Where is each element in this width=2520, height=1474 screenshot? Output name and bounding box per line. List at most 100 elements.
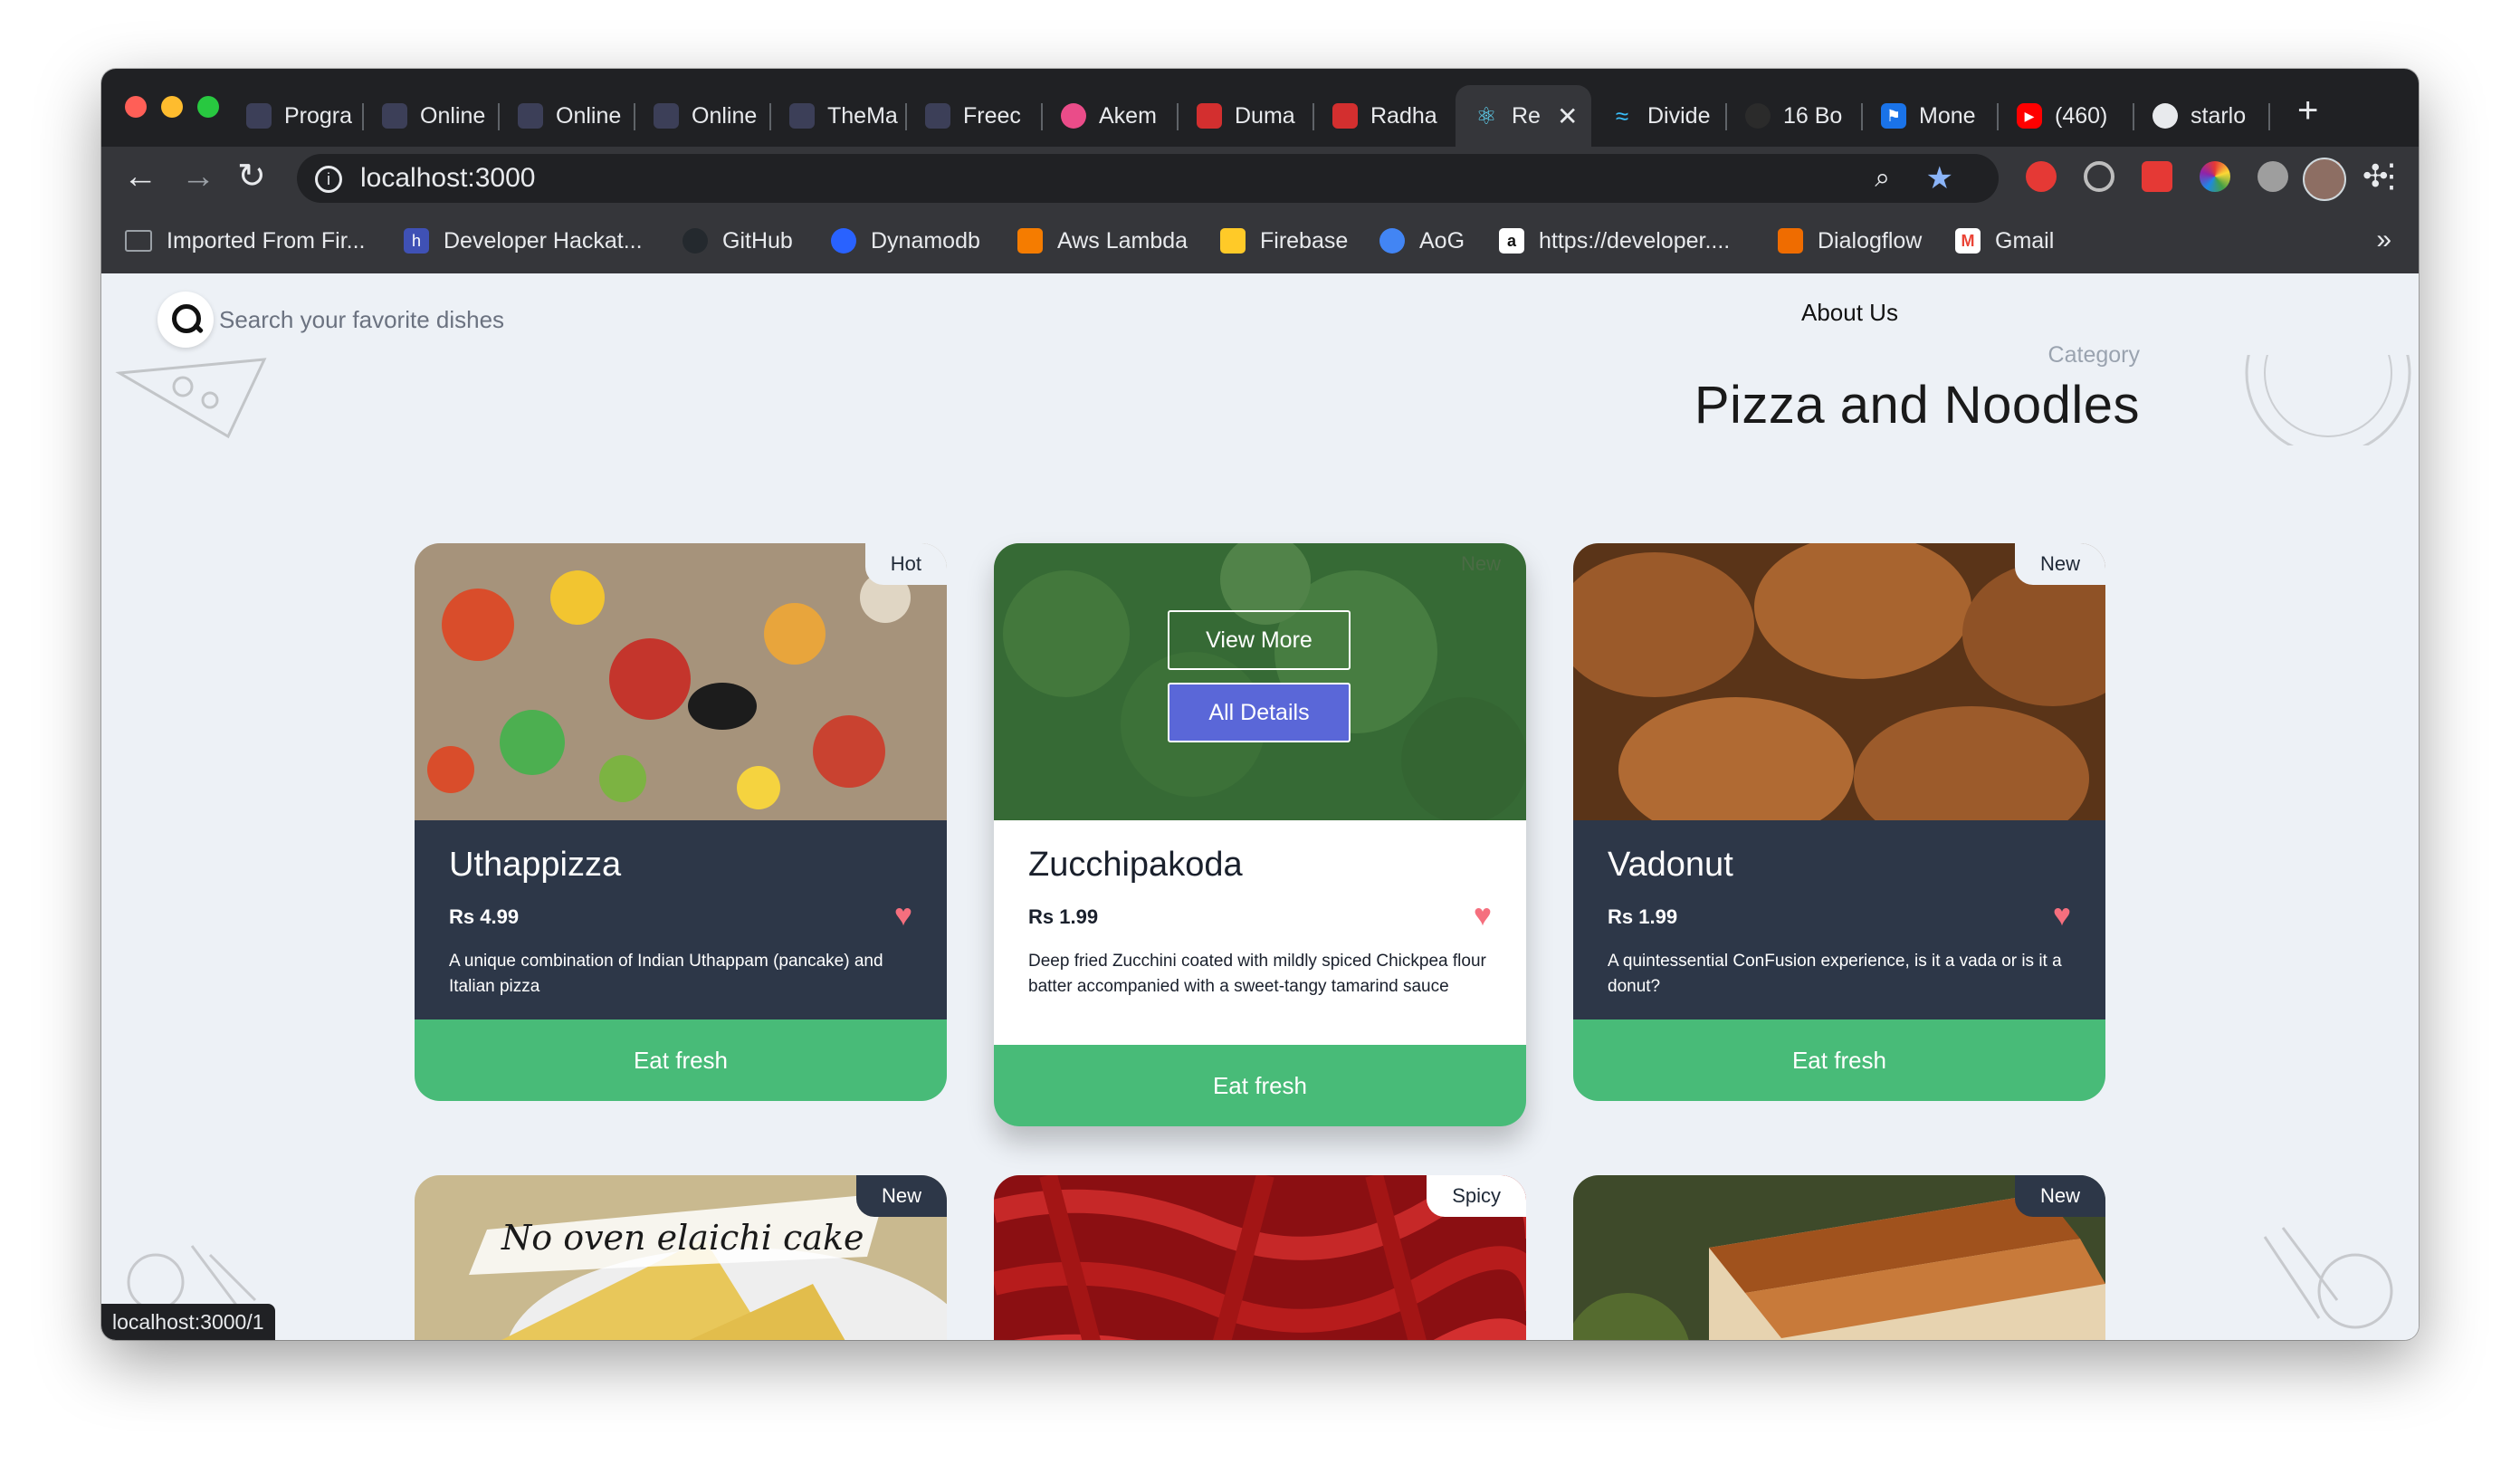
dish-description: A quintessential ConFusion experience, i…: [1608, 952, 2062, 996]
tab-14[interactable]: starlo: [2134, 85, 2270, 147]
extension-red-icon[interactable]: [2026, 161, 2057, 192]
extension-gear-icon[interactable]: [2258, 161, 2288, 192]
more-menu-icon[interactable]: ⋮: [2375, 156, 2408, 196]
dark-circle-icon: [1745, 103, 1771, 129]
extension-bug-icon[interactable]: [2142, 161, 2172, 192]
tab-label: Radha: [1370, 102, 1437, 129]
firebase-icon: [1220, 228, 1246, 254]
extension-colorpicker-icon[interactable]: [2200, 161, 2230, 192]
tab-11[interactable]: 16 Bo: [1727, 85, 1863, 147]
google-assistant-icon: [1379, 228, 1405, 254]
dark-square-icon: [789, 103, 815, 129]
bookmark-amazon-developer[interactable]: a https://developer....: [1499, 208, 1730, 273]
tab-4[interactable]: TheMa: [771, 85, 907, 147]
eat-fresh-button[interactable]: Eat fresh: [1573, 1019, 2105, 1101]
dish-card-row2-2[interactable]: Spicy: [994, 1175, 1526, 1340]
cake-caption: No oven elaichi cake: [501, 1218, 864, 1258]
card-body: Uthappizza Rs 4.99 ♥ A unique combinatio…: [415, 820, 947, 1019]
card-body: Zucchipakoda Rs 1.99 ♥ Deep fried Zucchi…: [994, 820, 1526, 1045]
tab-label: Online: [420, 102, 486, 129]
maximize-window-button[interactable]: [197, 96, 219, 118]
github-icon: [682, 228, 708, 254]
close-window-button[interactable]: [125, 96, 147, 118]
hackathon-icon: h: [404, 228, 429, 254]
bookmark-aws-lambda[interactable]: Aws Lambda: [1017, 208, 1188, 273]
dish-card-zucchipakoda[interactable]: New View More All Details Zucchipakoda R…: [994, 543, 1526, 1126]
vegetables-deco-icon: [2263, 1227, 2393, 1329]
dish-card-uthappizza[interactable]: Hot Uthappizza Rs 4.99 ♥ A unique combin…: [415, 543, 947, 1101]
search-button[interactable]: [158, 292, 214, 348]
bookmark-aog[interactable]: AoG: [1379, 208, 1465, 273]
bookmark-dialogflow[interactable]: Dialogflow: [1778, 208, 1922, 273]
about-us-link[interactable]: About Us: [1801, 299, 1898, 327]
forward-arrow-icon[interactable]: →: [181, 156, 215, 197]
close-tab-icon[interactable]: ✕: [1557, 101, 1578, 131]
site-info-icon[interactable]: i: [315, 166, 342, 193]
tab-7[interactable]: Duma: [1179, 85, 1314, 147]
tab-10[interactable]: ≈ Divide: [1591, 85, 1727, 147]
dark-square-icon: [925, 103, 950, 129]
dish-price: Rs 1.99: [1028, 905, 1099, 928]
tab-label: Duma: [1235, 102, 1295, 129]
tab-label: 16 Bo: [1783, 102, 1843, 129]
tab-0[interactable]: Progra: [228, 85, 364, 147]
tab-1[interactable]: Online: [364, 85, 500, 147]
react-icon: ⚛: [1475, 101, 1497, 129]
bookmark-label: Imported From Fir...: [167, 227, 366, 254]
tab-13[interactable]: ▶ (460): [1999, 85, 2134, 147]
tab-9-active[interactable]: ⚛ Re ✕: [1456, 85, 1591, 147]
more-bookmarks-icon[interactable]: »: [2376, 225, 2391, 255]
zoom-icon[interactable]: ⌕: [1875, 154, 1890, 203]
status-badge: Spicy: [1427, 1175, 1526, 1217]
dish-card-vadonut[interactable]: New Vadonut Rs 1.99 ♥ A quintessential C…: [1573, 543, 2105, 1101]
back-arrow-icon[interactable]: ←: [123, 156, 158, 197]
search-input[interactable]: [217, 299, 655, 340]
heart-icon[interactable]: ♥: [894, 898, 912, 933]
category-title: Pizza and Noodles: [1694, 376, 2140, 435]
minimize-window-button[interactable]: [161, 96, 183, 118]
view-more-button[interactable]: View More: [1168, 610, 1351, 670]
tab-3[interactable]: Online: [635, 85, 771, 147]
extension-target-icon[interactable]: [2084, 161, 2114, 192]
bookmark-imported[interactable]: Imported From Fir...: [125, 208, 365, 273]
bookmark-firebase[interactable]: Firebase: [1220, 208, 1348, 273]
dark-square-icon: [654, 103, 679, 129]
avatar[interactable]: [2303, 158, 2346, 201]
blue-flag-icon: ⚑: [1881, 103, 1906, 129]
dish-description: A unique combination of Indian Uthappam …: [449, 952, 883, 996]
bookmark-label: GitHub: [722, 227, 793, 254]
tab-label: Freec: [963, 102, 1021, 129]
eat-fresh-button[interactable]: Eat fresh: [415, 1019, 947, 1101]
bookmark-dynamodb[interactable]: Dynamodb: [831, 208, 980, 273]
bookmark-star-icon[interactable]: ★: [1926, 154, 1953, 203]
dish-card-row2-1[interactable]: No oven elaichi cake New: [415, 1175, 947, 1340]
pizza-slice-deco-icon: [115, 358, 267, 439]
bookmark-label: Developer Hackat...: [444, 227, 643, 254]
bookmark-hackathon[interactable]: h Developer Hackat...: [404, 208, 643, 273]
bookmark-gmail[interactable]: M Gmail: [1955, 208, 2054, 273]
tab-6[interactable]: Akem: [1043, 85, 1179, 147]
tab-12[interactable]: ⚑ Mone: [1863, 85, 1999, 147]
tab-2[interactable]: Online: [500, 85, 635, 147]
tab-label: starlo: [2191, 102, 2247, 129]
eat-fresh-button[interactable]: Eat fresh: [994, 1045, 1526, 1126]
hover-overlay: [994, 543, 1526, 820]
page-content: About Us Category Pizza and Noodles Hot: [101, 273, 2419, 1340]
all-details-button[interactable]: All Details: [1168, 683, 1351, 742]
dark-square-icon: [246, 103, 272, 129]
dish-name: Vadonut: [1608, 846, 1733, 884]
tab-5[interactable]: Freec: [907, 85, 1043, 147]
tab-8[interactable]: Radha: [1314, 85, 1450, 147]
heart-icon[interactable]: ♥: [1474, 898, 1492, 933]
reload-icon[interactable]: ↻: [237, 156, 266, 197]
new-tab-button[interactable]: +: [2297, 92, 2318, 129]
tab-strip: Progra Online Online Online TheMa Freec: [101, 69, 2419, 147]
dish-card-row2-3[interactable]: New: [1573, 1175, 2105, 1340]
tab-label: Divide: [1647, 102, 1711, 129]
address-bar[interactable]: i localhost:3000 ⌕ ★: [297, 154, 1999, 203]
card-body: Vadonut Rs 1.99 ♥ A quintessential ConFu…: [1573, 820, 2105, 1019]
tab-label: Akem: [1099, 102, 1157, 129]
bookmark-github[interactable]: GitHub: [682, 208, 793, 273]
heart-icon[interactable]: ♥: [2053, 898, 2071, 933]
dish-name: Uthappizza: [449, 846, 622, 884]
